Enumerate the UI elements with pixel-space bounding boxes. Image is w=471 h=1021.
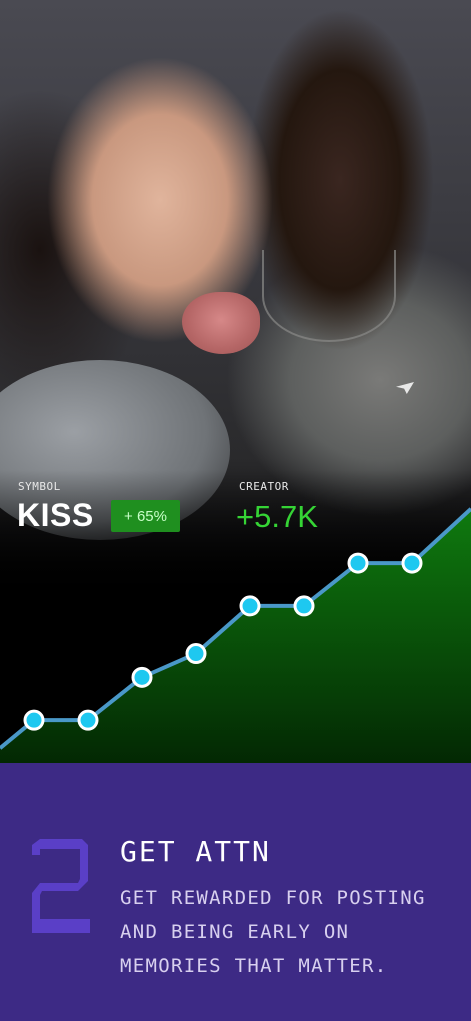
chart-point (401, 552, 423, 574)
step-title: GET ATTN (120, 835, 271, 868)
step-number-graphic (32, 839, 90, 933)
chart-point (239, 595, 261, 617)
symbol-label: SYMBOL (18, 480, 61, 493)
screen: SYMBOL KISS + 65% CREATOR +5.7K GET ATTN… (0, 0, 471, 1021)
shirt-logo-icon (396, 382, 414, 394)
lips-shape (182, 292, 260, 354)
chart-point (77, 709, 99, 731)
creator-label: CREATOR (239, 480, 289, 493)
chart-area (0, 508, 471, 763)
onboarding-step-panel: GET ATTN GET REWARDED FOR POSTING AND BE… (0, 763, 471, 1021)
chart-point (131, 666, 153, 688)
chart-point (347, 552, 369, 574)
chart-point (185, 643, 207, 665)
step-description: GET REWARDED FOR POSTING AND BEING EARLY… (120, 887, 426, 977)
chart-point (293, 595, 315, 617)
growth-chart (0, 507, 471, 763)
necklace-shape (262, 250, 396, 342)
step-number-digit (32, 839, 90, 933)
chart-point (23, 709, 45, 731)
